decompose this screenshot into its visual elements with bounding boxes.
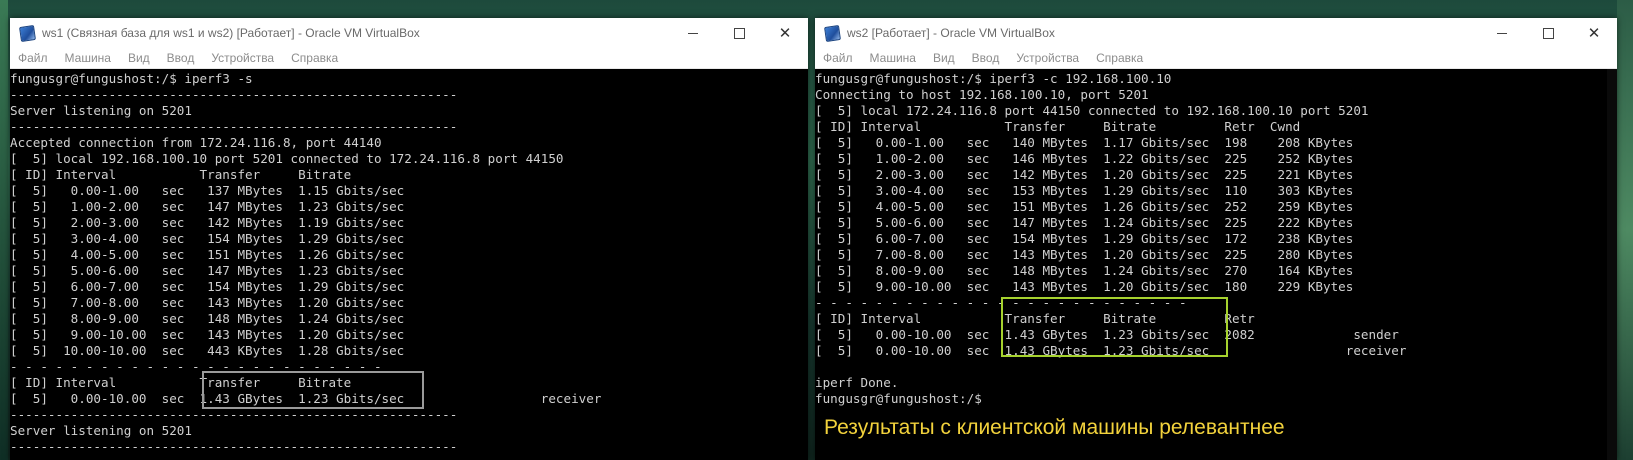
- terminal-line: [ ID] Interval Transfer Bitrate: [10, 167, 352, 182]
- maximize-icon: [733, 27, 745, 39]
- virtualbox-window-ws2[interactable]: ws2 [Работает] - Oracle VM VirtualBox ✕ …: [815, 18, 1617, 460]
- window-title: ws2 [Работает] - Oracle VM VirtualBox: [847, 26, 1055, 40]
- menu-machine[interactable]: Машина: [868, 51, 918, 65]
- terminal-line: [ 5] 9.00-10.00 sec 143 MBytes 1.20 Gbit…: [10, 327, 405, 342]
- menu-input[interactable]: Ввод: [165, 51, 197, 65]
- terminal-line: [ 5] 5.00-6.00 sec 147 MBytes 1.23 Gbits…: [10, 263, 405, 278]
- terminal-line: [ 5] 7.00-8.00 sec 143 MBytes 1.20 Gbits…: [10, 295, 405, 310]
- terminal-line: fungusgr@fungushost:/$ iperf3 -c 192.168…: [815, 71, 1172, 86]
- menu-view[interactable]: Вид: [931, 51, 957, 65]
- menu-view[interactable]: Вид: [126, 51, 152, 65]
- virtualbox-icon: [18, 25, 36, 42]
- menu-file[interactable]: Файл: [16, 51, 50, 65]
- console-scrollbar[interactable]: [1607, 69, 1617, 460]
- terminal-line: [ 5] 7.00-8.00 sec 143 MBytes 1.20 Gbits…: [815, 247, 1354, 262]
- terminal-line: Server listening on 5201: [10, 423, 192, 438]
- terminal-line: [ 5] local 192.168.100.10 port 5201 conn…: [10, 151, 564, 166]
- terminal-line: fungusgr@fungushost:/$ iperf3 -s: [10, 71, 253, 86]
- menu-devices[interactable]: Устройства: [1014, 51, 1081, 65]
- terminal-line: [ 5] 6.00-7.00 sec 154 MBytes 1.29 Gbits…: [815, 231, 1354, 246]
- virtualbox-icon: [823, 25, 841, 42]
- desktop-background-right: [1617, 0, 1633, 460]
- terminal-line: [ 5] 2.00-3.00 sec 142 MBytes 1.19 Gbits…: [10, 215, 405, 230]
- terminal-line: - - - - - - - - - - - - - - - - - - - - …: [815, 295, 1187, 310]
- menu-help[interactable]: Справка: [1094, 51, 1145, 65]
- terminal-line: [ 5] 1.00-2.00 sec 147 MBytes 1.23 Gbits…: [10, 199, 405, 214]
- window-title: ws1 (Связная база для ws1 и ws2) [Работа…: [42, 26, 420, 40]
- maximize-button[interactable]: [716, 18, 762, 48]
- menu-bar: Файл Машина Вид Ввод Устройства Справка: [815, 48, 1617, 69]
- minimize-button[interactable]: [1479, 18, 1525, 48]
- terminal-line: iperf Done.: [815, 375, 899, 390]
- maximize-button[interactable]: [1525, 18, 1571, 48]
- window-controls: ✕: [670, 18, 808, 48]
- terminal-line: [ 5] 1.00-2.00 sec 146 MBytes 1.22 Gbits…: [815, 151, 1354, 166]
- terminal-line: Accepted connection from 172.24.116.8, p…: [10, 135, 382, 150]
- terminal-line: [ 5] 10.00-10.00 sec 443 KBytes 1.28 Gbi…: [10, 343, 405, 358]
- menu-help[interactable]: Справка: [289, 51, 340, 65]
- terminal-line: [ 5] 0.00-10.00 sec 1.43 GBytes 1.23 Gbi…: [815, 343, 1407, 358]
- terminal-line: - - - - - - - - - - - - - - - - - - - - …: [10, 359, 382, 374]
- menu-file[interactable]: Файл: [821, 51, 855, 65]
- minimize-button[interactable]: [670, 18, 716, 48]
- terminal-line: [ 5] 0.00-10.00 sec 1.43 GBytes 1.23 Gbi…: [10, 391, 602, 406]
- window-controls: ✕: [1479, 18, 1617, 48]
- terminal-line: Connecting to host 192.168.100.10, port …: [815, 87, 1149, 102]
- terminal-line: ----------------------------------------…: [10, 439, 458, 454]
- terminal-console[interactable]: fungusgr@fungushost:/$ iperf3 -s --------…: [10, 69, 808, 460]
- terminal-line: fungusgr@fungushost:/$: [815, 391, 982, 406]
- terminal-line: [ 5] 3.00-4.00 sec 154 MBytes 1.29 Gbits…: [10, 231, 405, 246]
- terminal-line: [ 5] 9.00-10.00 sec 143 MBytes 1.20 Gbit…: [815, 279, 1354, 294]
- close-icon: ✕: [1587, 24, 1601, 42]
- terminal-line: [ 5] 3.00-4.00 sec 153 MBytes 1.29 Gbits…: [815, 183, 1354, 198]
- terminal-line: [ 5] 8.00-9.00 sec 148 MBytes 1.24 Gbits…: [815, 263, 1354, 278]
- terminal-line: [ 5] 8.00-9.00 sec 148 MBytes 1.24 Gbits…: [10, 311, 405, 326]
- terminal-line: [ 5] 4.00-5.00 sec 151 MBytes 1.26 Gbits…: [10, 247, 405, 262]
- virtualbox-window-ws1[interactable]: ws1 (Связная база для ws1 и ws2) [Работа…: [10, 18, 808, 460]
- terminal-line: [ 5] 0.00-1.00 sec 137 MBytes 1.15 Gbits…: [10, 183, 405, 198]
- close-icon: ✕: [778, 24, 792, 42]
- desktop-background-left: [0, 0, 8, 460]
- terminal-line: [ 5] 5.00-6.00 sec 147 MBytes 1.24 Gbits…: [815, 215, 1354, 230]
- close-button[interactable]: ✕: [1571, 18, 1617, 48]
- maximize-icon: [1542, 27, 1554, 39]
- terminal-line: [ 5] 0.00-10.00 sec 1.43 GBytes 1.23 Gbi…: [815, 327, 1399, 342]
- title-bar[interactable]: ws1 (Связная база для ws1 и ws2) [Работа…: [10, 18, 808, 48]
- minimize-icon: [1497, 32, 1507, 34]
- terminal-line: ----------------------------------------…: [10, 119, 458, 134]
- terminal-line: ----------------------------------------…: [10, 407, 458, 422]
- terminal-console[interactable]: fungusgr@fungushost:/$ iperf3 -c 192.168…: [815, 69, 1617, 460]
- menu-bar: Файл Машина Вид Ввод Устройства Справка: [10, 48, 808, 69]
- terminal-line: [ 5] 0.00-1.00 sec 140 MBytes 1.17 Gbits…: [815, 135, 1354, 150]
- terminal-line: [ 5] local 172.24.116.8 port 44150 conne…: [815, 103, 1369, 118]
- annotation-text: Результаты с клиентской машины релевантн…: [824, 416, 1285, 439]
- terminal-line: [ ID] Interval Transfer Bitrate Retr: [815, 311, 1255, 326]
- terminal-line: [ 5] 4.00-5.00 sec 151 MBytes 1.26 Gbits…: [815, 199, 1354, 214]
- minimize-icon: [688, 32, 698, 34]
- terminal-line: [ 5] 6.00-7.00 sec 154 MBytes 1.29 Gbits…: [10, 279, 405, 294]
- terminal-line: [ ID] Interval Transfer Bitrate Retr Cwn…: [815, 119, 1301, 134]
- terminal-line: Server listening on 5201: [10, 103, 192, 118]
- menu-input[interactable]: Ввод: [970, 51, 1002, 65]
- terminal-line: [ ID] Interval Transfer Bitrate: [10, 375, 352, 390]
- terminal-line: ----------------------------------------…: [10, 87, 458, 102]
- menu-machine[interactable]: Машина: [63, 51, 113, 65]
- title-bar[interactable]: ws2 [Работает] - Oracle VM VirtualBox ✕: [815, 18, 1617, 48]
- terminal-line: [ 5] 2.00-3.00 sec 142 MBytes 1.20 Gbits…: [815, 167, 1354, 182]
- close-button[interactable]: ✕: [762, 18, 808, 48]
- menu-devices[interactable]: Устройства: [209, 51, 276, 65]
